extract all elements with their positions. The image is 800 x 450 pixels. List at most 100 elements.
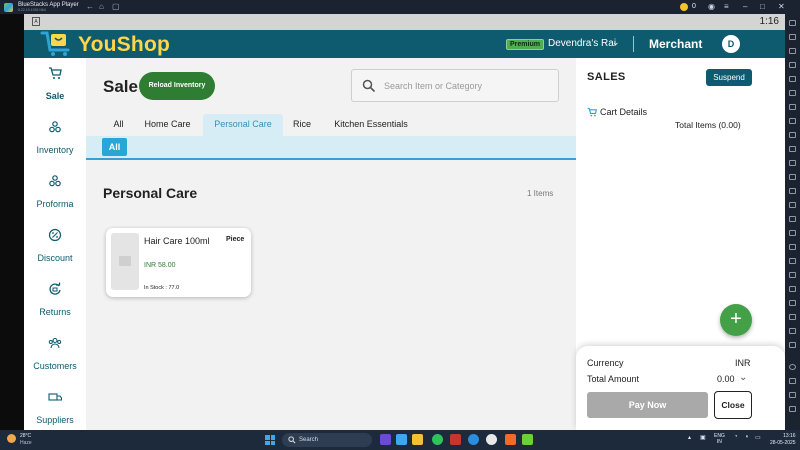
back-icon[interactable] <box>789 392 796 398</box>
tab-rice[interactable]: Rice <box>288 114 316 136</box>
boxes-icon <box>49 121 61 133</box>
toolbar-icon[interactable] <box>789 258 796 264</box>
wifi-icon[interactable]: ◔ <box>734 434 738 440</box>
back-arrow-icon[interactable]: ← <box>86 3 94 11</box>
minimize-icon[interactable]: – <box>743 2 747 11</box>
toolbar-icon[interactable] <box>789 48 796 54</box>
whatsapp-icon[interactable] <box>432 434 443 445</box>
toolbar-icon[interactable] <box>789 118 796 124</box>
add-item-fab-button[interactable]: + <box>720 304 752 336</box>
taskbar-app-icon[interactable] <box>396 434 407 445</box>
tray-chevron-up-icon[interactable]: ▴ <box>688 434 691 441</box>
header-divider <box>633 36 634 52</box>
returns-icon <box>49 282 61 295</box>
toolbar-icon[interactable] <box>789 62 796 68</box>
sidebar-item-returns[interactable]: Returns <box>24 274 86 328</box>
close-button[interactable]: Close <box>714 391 752 419</box>
multitask-icon[interactable]: ▢ <box>112 3 120 11</box>
cart-icon <box>587 107 597 117</box>
toolbar-icon[interactable] <box>789 342 796 348</box>
customers-icon <box>48 337 62 349</box>
menu-icon[interactable]: ≡ <box>724 2 729 11</box>
premium-badge: Premium <box>506 39 544 50</box>
sidebar-item-proforma[interactable]: Proforma <box>24 166 86 220</box>
language-indicator[interactable]: ENG IN <box>714 433 725 445</box>
taskbar-clock[interactable]: 13:16 28-05-2025 <box>770 433 796 447</box>
toolbar-icon[interactable] <box>789 146 796 152</box>
home-icon[interactable] <box>789 406 796 412</box>
toolbar-icon[interactable] <box>789 174 796 180</box>
taskbar-app-icon[interactable] <box>380 434 391 445</box>
toolbar-icon[interactable] <box>789 216 796 222</box>
product-stock: In Stock : 77.0 <box>144 285 180 291</box>
chevron-down-icon[interactable]: ⌄ <box>739 372 747 383</box>
sidebar-item-customers[interactable]: Customers <box>24 328 86 382</box>
pay-now-button[interactable]: Pay Now <box>587 392 708 418</box>
youshop-cart-logo-icon <box>40 31 70 56</box>
toolbar-icon[interactable] <box>789 202 796 208</box>
sidebar-item-inventory[interactable]: Inventory <box>24 112 86 166</box>
sidebar-item-suppliers[interactable]: Suppliers <box>24 382 86 430</box>
toolbar-icon[interactable] <box>789 244 796 250</box>
reload-inventory-button[interactable]: Reload Inventory <box>139 72 215 100</box>
product-card[interactable]: Hair Care 100ml Piece INR 58.00 In Stock… <box>106 228 251 297</box>
toolbar-icon[interactable] <box>789 286 796 292</box>
total-amount-value: 0.00 <box>717 374 735 384</box>
toolbar-icon[interactable] <box>789 160 796 166</box>
sidebar-item-label: Returns <box>39 307 71 317</box>
toolbar-icon[interactable] <box>789 272 796 278</box>
emulator-version: 5.22.10.1036 N64 <box>18 8 46 12</box>
toolbar-icon[interactable] <box>789 188 796 194</box>
toolbar-icon[interactable] <box>789 20 796 26</box>
battery-icon[interactable]: ▭ <box>755 434 761 441</box>
toolbar-icon[interactable] <box>789 314 796 320</box>
windows-start-icon[interactable] <box>265 435 275 445</box>
toolbar-icon[interactable] <box>789 34 796 40</box>
user-name[interactable]: Devendra's Rai <box>548 38 616 49</box>
tab-personal-care[interactable]: Personal Care <box>203 114 283 136</box>
toolbar-icon[interactable] <box>789 104 796 110</box>
currency-value: INR <box>735 358 751 368</box>
home-icon[interactable]: ⌂ <box>99 3 104 11</box>
tray-app-icon[interactable]: ▣ <box>700 434 706 441</box>
chrome-icon[interactable] <box>486 434 497 445</box>
tab-all[interactable]: All <box>106 114 131 136</box>
section-title: Personal Care <box>103 185 198 201</box>
sidebar-item-discount[interactable]: Discount <box>24 220 86 274</box>
search-box[interactable] <box>351 69 559 102</box>
toolbar-icon[interactable] <box>789 328 796 334</box>
toolbar-icon[interactable] <box>789 76 796 82</box>
weather-condition: Haze <box>20 440 32 446</box>
suspend-button[interactable]: Suspend <box>706 69 752 86</box>
subcategory-chip-all[interactable]: All <box>102 138 127 156</box>
maximize-icon[interactable]: □ <box>760 2 765 11</box>
file-explorer-icon[interactable] <box>412 434 423 445</box>
cart-summary: Currency INR Total Amount 0.00 ⌄ Pay Now… <box>576 346 785 430</box>
toolbar-icon[interactable] <box>789 230 796 236</box>
toolbar-icon[interactable] <box>789 132 796 138</box>
volume-icon[interactable]: ◖ <box>745 434 749 440</box>
bluestacks-taskbar-icon[interactable] <box>522 434 533 445</box>
coin-icon <box>680 3 688 11</box>
weather-icon[interactable] <box>7 434 16 443</box>
close-window-icon[interactable]: ✕ <box>778 2 785 11</box>
search-input[interactable] <box>384 78 549 94</box>
tab-home-care[interactable]: Home Care <box>139 114 196 136</box>
account-icon[interactable]: ◉ <box>708 2 715 11</box>
brave-icon[interactable] <box>505 434 516 445</box>
sidebar-item-label: Customers <box>33 361 77 371</box>
chevron-down-icon[interactable]: ⌄ <box>612 37 620 48</box>
edge-icon[interactable] <box>468 434 479 445</box>
tab-kitchen-essentials[interactable]: Kitchen Essentials <box>326 114 416 136</box>
sidebar-item-label: Inventory <box>36 145 74 155</box>
items-count: 1 Items <box>527 189 554 198</box>
sidebar-item-sale[interactable]: Sale <box>24 58 86 112</box>
toolbar-icon[interactable] <box>789 90 796 96</box>
avatar[interactable]: D <box>722 35 740 53</box>
toolbar-icon[interactable] <box>789 378 796 384</box>
taskbar-search[interactable]: Search <box>282 433 372 447</box>
toolbar-icon[interactable] <box>789 300 796 306</box>
taskbar-app-icon[interactable] <box>450 434 461 445</box>
discord-icon[interactable] <box>789 364 796 370</box>
sidebar: Sale Inventory Proforma Discount Returns… <box>24 58 86 430</box>
